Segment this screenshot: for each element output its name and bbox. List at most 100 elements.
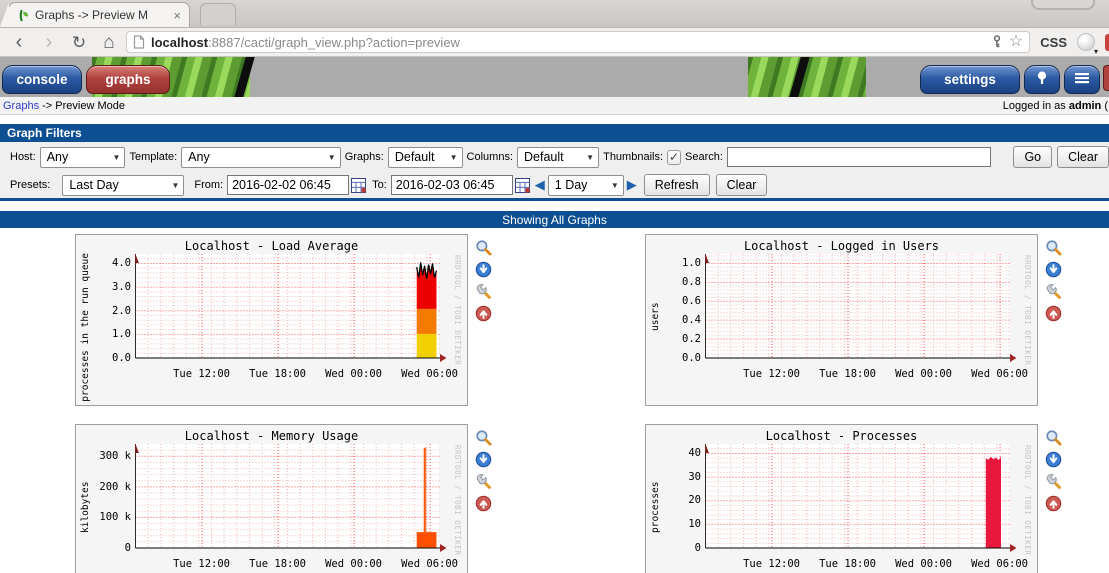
columns-label: Columns: <box>466 151 514 163</box>
zoom-icon[interactable] <box>475 429 492 446</box>
calendar-icon[interactable] <box>351 177 367 193</box>
x-tick-label: Wed 00:00 <box>325 557 383 570</box>
zoom-icon[interactable] <box>475 239 492 256</box>
from-date-input[interactable] <box>227 175 350 195</box>
cacti-header: console graphs settings <box>0 57 1109 97</box>
list-view-button[interactable] <box>1064 65 1100 94</box>
cacti-favicon-icon <box>15 8 30 23</box>
search-input[interactable] <box>726 147 992 167</box>
host-select[interactable]: Any ▼ <box>39 146 126 168</box>
graphs-grid: Localhost - Load Average processes in the… <box>75 234 1109 573</box>
graph-panel: Localhost - Logged in Users users 0.0 0.2 0.… <box>645 234 1066 406</box>
graph-source-wrench-icon[interactable] <box>475 283 492 300</box>
graph-panel: Localhost - Processes processes 0 10 20 30 40 T… <box>645 423 1066 573</box>
y-tick-label: 1.0 <box>682 257 701 270</box>
graph-y-axis-label: users <box>650 302 661 332</box>
page-top-icon[interactable] <box>475 495 492 512</box>
step-forward-icon[interactable]: ▶ <box>627 177 637 193</box>
graphs-tab[interactable]: graphs <box>86 65 170 94</box>
url-host: localhost <box>151 34 209 50</box>
calendar-icon[interactable] <box>514 177 530 193</box>
settings-button[interactable]: settings <box>920 65 1020 94</box>
csv-export-icon[interactable] <box>475 261 492 278</box>
columns-select[interactable]: Default ▼ <box>517 146 600 168</box>
graph-image[interactable]: Localhost - Processes processes 0 10 20 30 40 T… <box>645 423 1038 573</box>
range-select[interactable]: 1 Day ▼ <box>547 174 624 196</box>
rrdtool-watermark: RRDTOOL / TOBI OETIKER <box>1023 444 1032 556</box>
bookmark-star-icon[interactable]: ☆ <box>1009 34 1023 50</box>
graph-panel: Localhost - Load Average processes in the… <box>75 234 496 406</box>
refresh-button[interactable]: Refresh <box>643 174 710 196</box>
chevron-down-icon: ▼ <box>171 180 180 190</box>
csv-export-icon[interactable] <box>475 451 492 468</box>
tab-title: Graphs -> Preview M <box>35 8 149 22</box>
console-tab[interactable]: console <box>2 65 82 94</box>
graphs-select[interactable]: Default ▼ <box>387 146 463 168</box>
y-tick-label: 4.0 <box>112 257 131 270</box>
template-select[interactable]: Any ▼ <box>181 146 341 168</box>
reload-icon[interactable]: ↻ <box>66 30 92 54</box>
chevron-down-icon: ▼ <box>112 152 121 162</box>
key-icon[interactable] <box>991 35 1003 49</box>
tree-view-button[interactable] <box>1024 65 1060 94</box>
graph-action-icons <box>1038 424 1064 573</box>
url-path: :8887/cacti/graph_view.php?action=previe… <box>208 34 460 50</box>
breadcrumb-graphs-link[interactable]: Graphs <box>3 100 39 112</box>
address-bar[interactable]: localhost:8887/cacti/graph_view.php?acti… <box>126 31 1031 53</box>
graph-source-wrench-icon[interactable] <box>1045 283 1062 300</box>
zoom-icon[interactable] <box>1045 429 1062 446</box>
page-top-icon[interactable] <box>1045 495 1062 512</box>
graphs-label: Graphs: <box>344 151 384 163</box>
y-tick-label: 0.6 <box>682 295 701 308</box>
y-tick-label: 200 k <box>99 480 131 493</box>
graph-source-wrench-icon[interactable] <box>1045 473 1062 490</box>
x-tick-label: Wed 00:00 <box>895 368 953 380</box>
browser-tab[interactable]: Graphs -> Preview M × <box>0 2 190 27</box>
y-tick-label: 0.2 <box>682 333 701 346</box>
y-tick-label: 0.0 <box>682 352 701 364</box>
graph-image[interactable]: Localhost - Logged in Users users 0.0 0.2 0.… <box>645 234 1038 406</box>
filter-row-2: Presets: Last Day▼ From: To: ◀ 1 Day▼ ▶ … <box>0 172 1109 201</box>
presets-select[interactable]: Last Day ▼ <box>62 174 185 196</box>
plot-area <box>702 254 1017 362</box>
browser-toolbar: ‹ › ↻ ⌂ localhost:8887/cacti/graph_view.… <box>0 28 1109 57</box>
page-document-icon[interactable] <box>133 35 145 49</box>
y-tick-label: 3.0 <box>112 281 131 294</box>
rrdtool-watermark: RRDTOOL / TOBI OETIKER <box>453 444 462 556</box>
to-date-input[interactable] <box>390 175 513 195</box>
plot-area <box>702 443 1017 552</box>
clear-button-bottom[interactable]: Clear <box>715 174 768 196</box>
thumbnails-label: Thumbnails: <box>603 151 664 163</box>
zoom-icon[interactable] <box>1045 239 1062 256</box>
home-icon[interactable]: ⌂ <box>96 30 122 54</box>
thumbnails-checkbox[interactable]: ✓ <box>667 149 681 165</box>
csv-export-icon[interactable] <box>1045 261 1062 278</box>
csv-export-icon[interactable] <box>1045 451 1062 468</box>
css-extension-badge[interactable]: CSS <box>1040 35 1067 50</box>
page-top-icon[interactable] <box>475 305 492 322</box>
graph-filters-panel: Graph Filters Host: Any ▼ Template: Any ▼ … <box>0 124 1109 201</box>
go-button[interactable]: Go <box>1013 146 1053 168</box>
url-text[interactable]: localhost:8887/cacti/graph_view.php?acti… <box>151 35 985 50</box>
y-tick-label: 40 <box>688 447 701 460</box>
login-clipped: ( <box>1104 99 1108 112</box>
graph-image[interactable]: Localhost - Load Average processes in the… <box>75 234 468 406</box>
page-top-icon[interactable] <box>1045 305 1062 322</box>
filter-row-1: Host: Any ▼ Template: Any ▼ Graphs: Defaul… <box>0 142 1109 172</box>
graph-filters-title: Graph Filters <box>0 124 1109 142</box>
tab-close-icon[interactable]: × <box>171 8 183 23</box>
search-orb-icon[interactable]: ▾ <box>1077 33 1098 56</box>
clear-button-top[interactable]: Clear <box>1057 146 1109 168</box>
top-right-window-stub <box>1031 0 1095 10</box>
x-tick-label: Tue 12:00 <box>173 557 231 570</box>
y-tick-label: 0 <box>694 541 701 554</box>
graph-image[interactable]: Localhost - Memory Usage kilobytes 0 100 k 2… <box>75 423 468 573</box>
new-tab-stub[interactable] <box>200 3 236 25</box>
x-tick-label: Tue 12:00 <box>743 557 801 570</box>
step-back-icon[interactable]: ◀ <box>535 177 545 193</box>
graph-source-wrench-icon[interactable] <box>475 473 492 490</box>
y-tick-label: 100 k <box>99 511 131 524</box>
host-label: Host: <box>10 151 36 163</box>
graph-panel: Localhost - Memory Usage kilobytes 0 100 k 2… <box>75 423 496 573</box>
back-icon[interactable]: ‹ <box>6 30 32 54</box>
